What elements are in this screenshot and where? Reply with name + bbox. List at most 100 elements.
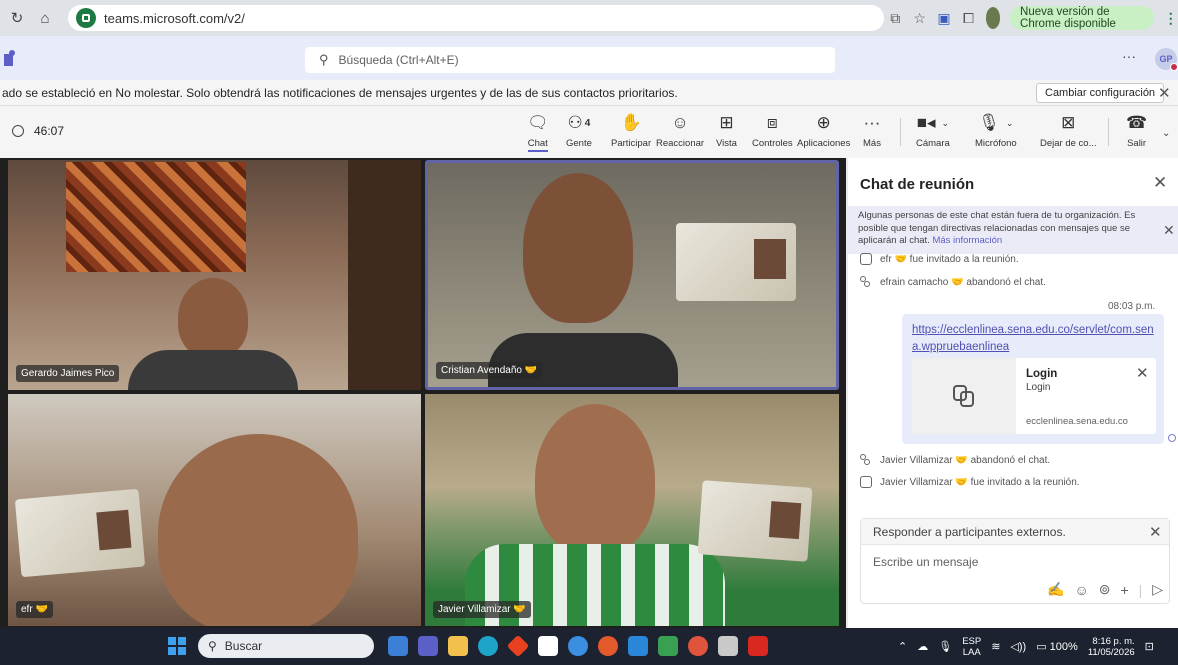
message-link[interactable]: https://ecclenlinea.sena.edu.co/servlet/… xyxy=(912,322,1162,356)
taskbar-app-icon[interactable] xyxy=(388,636,408,656)
search-input[interactable]: ⚲ Búsqueda (Ctrl+Alt+E) xyxy=(305,47,835,73)
notification-bell-icon[interactable]: ⊡ xyxy=(1145,640,1154,653)
chat-panel-title: Chat de reunión xyxy=(860,176,975,193)
invite-icon xyxy=(860,476,872,488)
react-button[interactable]: ☺ Reaccionar xyxy=(656,112,704,149)
chrome-icon[interactable] xyxy=(598,636,618,656)
battery-indicator[interactable]: ▭ 100% xyxy=(1036,640,1078,653)
close-icon[interactable]: ✕ xyxy=(1136,364,1149,382)
raise-hand-button[interactable]: ✋ Participar xyxy=(611,112,651,149)
apps-button[interactable]: ⊕ Aplicaciones xyxy=(797,112,850,149)
chat-button[interactable]: 🗨 Chat xyxy=(527,112,549,152)
id-photo xyxy=(768,501,802,540)
volume-icon[interactable]: ◁)) xyxy=(1010,640,1026,653)
id-photo xyxy=(754,239,786,279)
meeting-timer: 46:07 xyxy=(12,124,64,138)
cloud-icon[interactable]: ☁ xyxy=(917,640,928,653)
plus-icon[interactable]: + xyxy=(1120,582,1128,598)
store-icon[interactable] xyxy=(538,636,558,656)
close-icon[interactable]: ✕ xyxy=(1153,173,1167,193)
taskbar-app-icon[interactable] xyxy=(628,636,648,656)
loop-icon[interactable]: ⊚ xyxy=(1099,581,1111,598)
message-timestamp: 08:03 p.m. xyxy=(1108,301,1156,312)
controls-button[interactable]: ⧈ Controles xyxy=(752,112,793,149)
wifi-icon[interactable]: ≋ xyxy=(991,640,1000,653)
chevron-up-icon[interactable]: ⌃ xyxy=(898,640,907,653)
video-tile[interactable]: Gerardo Jaimes Pico xyxy=(8,160,421,390)
kebab-menu-icon[interactable]: ⋮ xyxy=(1164,7,1178,29)
taskbar-app-icon[interactable] xyxy=(688,636,708,656)
reply-header-text: Responder a participantes externos. xyxy=(873,525,1066,539)
extension-icon[interactable]: ▣ xyxy=(937,7,951,29)
teams-app-icon[interactable] xyxy=(418,636,438,656)
format-icon[interactable]: ✍ xyxy=(1047,581,1064,598)
address-bar[interactable]: teams.microsoft.com/v2/ xyxy=(68,5,884,31)
chat-event: efrain camacho 🤝 abandonó el chat. xyxy=(860,276,1046,288)
send-icon[interactable]: ▷ xyxy=(1152,581,1163,598)
participant-face xyxy=(535,404,655,554)
close-icon[interactable]: ✕ xyxy=(1149,523,1162,541)
view-button[interactable]: ⊞ Vista xyxy=(716,112,737,149)
compose-tools: ✍ ☺ ⊚ + | ▷ xyxy=(1047,581,1163,598)
extensions-puzzle-icon[interactable]: ⧠ xyxy=(961,7,975,29)
chat-event: Javier Villamizar 🤝 abandonó el chat. xyxy=(860,454,1050,466)
more-info-link[interactable]: Más información xyxy=(932,235,1002,246)
more-icon: ··· xyxy=(863,113,881,132)
participant-face xyxy=(178,278,248,358)
site-info-icon[interactable] xyxy=(76,8,96,28)
more-options-icon[interactable]: ··· xyxy=(1122,48,1136,64)
more-button[interactable]: ··· Más xyxy=(863,112,881,149)
shield-icon xyxy=(12,125,24,137)
dnd-notification-bar: ado se estableció en No molestar. Solo o… xyxy=(0,80,1178,106)
language-indicator[interactable]: ESP LAA xyxy=(962,636,981,658)
participant-name: efr 🤝 xyxy=(16,601,53,618)
camera-button[interactable]: ■◂ ⌄ Cámara xyxy=(916,112,950,149)
reload-icon[interactable]: ↻ xyxy=(6,7,28,29)
profile-avatar[interactable] xyxy=(985,7,1001,29)
taskbar-clock[interactable]: 8:16 p. m. 11/05/2026 xyxy=(1088,636,1135,658)
chevron-down-icon[interactable]: ⌄ xyxy=(1162,128,1170,139)
link-preview-card[interactable]: Login Login ecclenlinea.sena.edu.co ✕ xyxy=(912,358,1156,434)
camera-label: Cámara xyxy=(916,138,950,149)
mic-tray-icon[interactable]: 🎙 xyxy=(938,640,952,653)
video-grid: Gerardo Jaimes Pico Cristian Avendaño 🤝 … xyxy=(0,158,846,628)
people-leave-icon xyxy=(860,276,872,288)
home-icon[interactable]: ⌂ xyxy=(34,7,56,29)
emoji-icon[interactable]: ☺ xyxy=(1074,582,1088,598)
bookmark-star-icon[interactable]: ☆ xyxy=(912,7,926,29)
close-icon[interactable]: ✕ xyxy=(1158,84,1171,102)
file-explorer-icon[interactable] xyxy=(448,636,468,656)
meeting-chat-panel: Chat de reunión ✕ Algunas personas de es… xyxy=(848,158,1178,628)
close-icon[interactable]: ✕ xyxy=(1163,222,1175,239)
taskbar-app-icon[interactable] xyxy=(658,636,678,656)
install-app-icon[interactable]: ⧉ xyxy=(888,7,902,29)
change-settings-button[interactable]: Cambiar configuración xyxy=(1036,83,1165,103)
taskbar-app-icon[interactable] xyxy=(718,636,738,656)
taskbar-app-icon[interactable] xyxy=(506,634,530,658)
teams-logo-icon[interactable] xyxy=(4,50,18,66)
system-tray: ⌃ ☁ 🎙 ESP LAA ≋ ◁)) ▭ 100% 8:16 p. m. 11/0… xyxy=(898,628,1154,665)
video-tile[interactable]: efr 🤝 xyxy=(8,394,421,626)
taskbar-search[interactable]: ⚲ Buscar xyxy=(198,634,374,658)
browser-bar: ↻ ⌂ teams.microsoft.com/v2/ ⧉ ☆ ▣ ⧠ Nuev… xyxy=(0,0,1178,36)
message-input[interactable]: Escribe un mensaje xyxy=(873,555,978,569)
windows-start-icon[interactable] xyxy=(168,637,186,655)
mic-button[interactable]: 🎙 ⌄ Micrófono xyxy=(975,112,1017,149)
background-painting xyxy=(66,162,246,272)
participant-face xyxy=(158,434,358,626)
video-tile-active[interactable]: Cristian Avendaño 🤝 xyxy=(425,160,839,390)
participant-name: Javier Villamizar 🤝 xyxy=(433,601,531,618)
edge-icon[interactable] xyxy=(478,636,498,656)
taskbar-app-icon[interactable] xyxy=(568,636,588,656)
compose-box: Responder a participantes externos. ✕ Es… xyxy=(860,518,1170,604)
stop-share-button[interactable]: ⊠ Dejar de co... xyxy=(1040,112,1097,149)
leave-button[interactable]: ☎ Salir xyxy=(1126,112,1147,149)
user-avatar[interactable]: GP xyxy=(1155,48,1178,71)
pdf-app-icon[interactable] xyxy=(748,636,768,656)
chrome-update-button[interactable]: Nueva versión de Chrome disponible xyxy=(1010,6,1154,30)
chat-event: Javier Villamizar 🤝 fue invitado a la re… xyxy=(860,476,1080,488)
video-tile[interactable]: Javier Villamizar 🤝 xyxy=(425,394,839,626)
people-button[interactable]: ⚇ 4 Gente xyxy=(566,112,592,149)
participant-body xyxy=(128,350,298,390)
divider: | xyxy=(1138,581,1143,598)
